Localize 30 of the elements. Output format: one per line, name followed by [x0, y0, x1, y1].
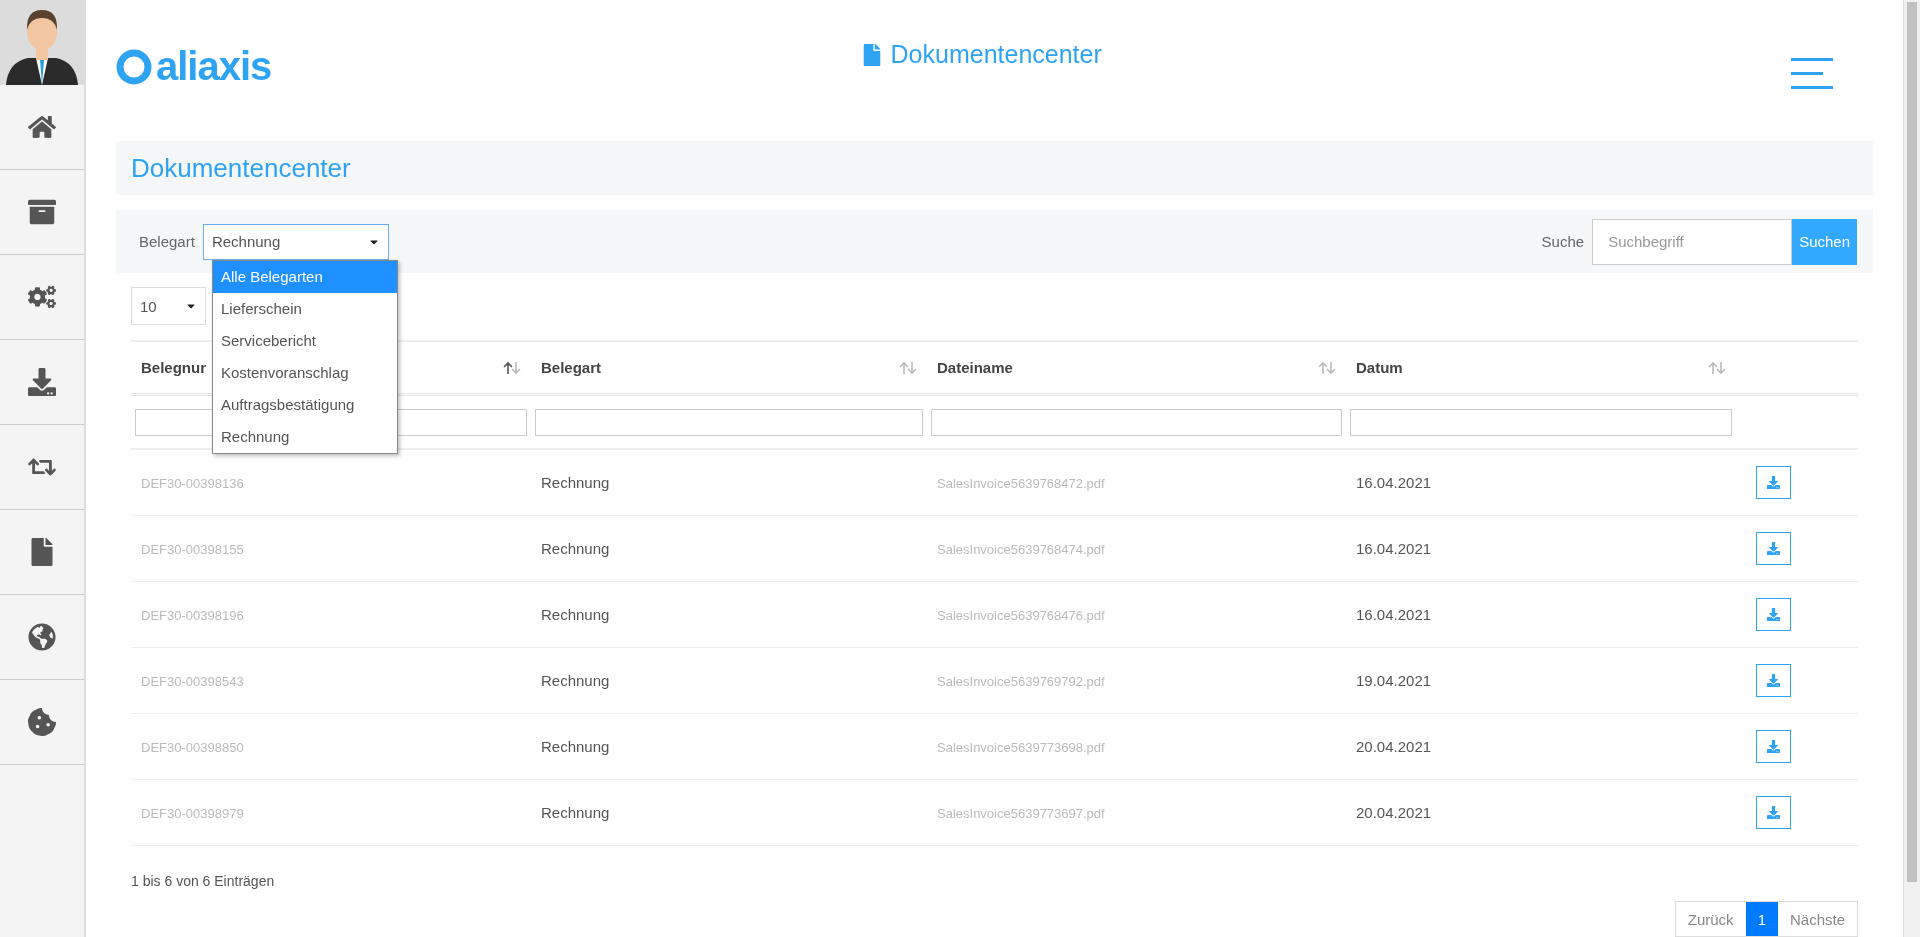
- table-cell: 16.04.2021: [1356, 606, 1432, 623]
- search-label: Suche: [1541, 233, 1585, 250]
- table-cell: DEF30-00398196: [141, 608, 244, 623]
- table-cell: SalesInvoice5639773697.pdf: [937, 806, 1105, 821]
- table-cell: Rechnung: [541, 672, 610, 689]
- table-cell: Rechnung: [541, 804, 610, 821]
- table-cell: DEF30-00398136: [141, 476, 244, 491]
- table-cell: DEF30-00398850: [141, 740, 244, 755]
- table-cell: DEF30-00398979: [141, 806, 244, 821]
- table-cell: DEF30-00398155: [141, 542, 244, 557]
- table-cell: 16.04.2021: [1356, 540, 1432, 557]
- table-cell: DEF30-00398543: [141, 674, 244, 689]
- page-title: Dokumentencenter: [116, 141, 1873, 195]
- table-cell: Rechnung: [541, 474, 610, 491]
- table-cell: Rechnung: [541, 738, 610, 755]
- table-cell: 20.04.2021: [1356, 804, 1432, 821]
- header-title: Dokumentencenter: [890, 40, 1102, 69]
- table-cell: SalesInvoice5639769792.pdf: [937, 674, 1105, 689]
- table-cell: 20.04.2021: [1356, 738, 1432, 755]
- table-cell: SalesInvoice5639768476.pdf: [937, 608, 1105, 623]
- table-cell: SalesInvoice5639768472.pdf: [937, 476, 1105, 491]
- filter-label: Belegart: [139, 233, 195, 250]
- logo-text: aliaxis: [156, 44, 272, 89]
- table-cell: SalesInvoice5639773698.pdf: [937, 740, 1105, 755]
- table-cell: 16.04.2021: [1356, 474, 1432, 491]
- table-cell: Rechnung: [541, 606, 610, 623]
- table-cell: Rechnung: [541, 540, 610, 557]
- table-cell: 19.04.2021: [1356, 672, 1432, 689]
- entries-info: 1 bis 6 von 6 Einträgen: [131, 873, 276, 889]
- table-cell: SalesInvoice5639768474.pdf: [937, 542, 1105, 557]
